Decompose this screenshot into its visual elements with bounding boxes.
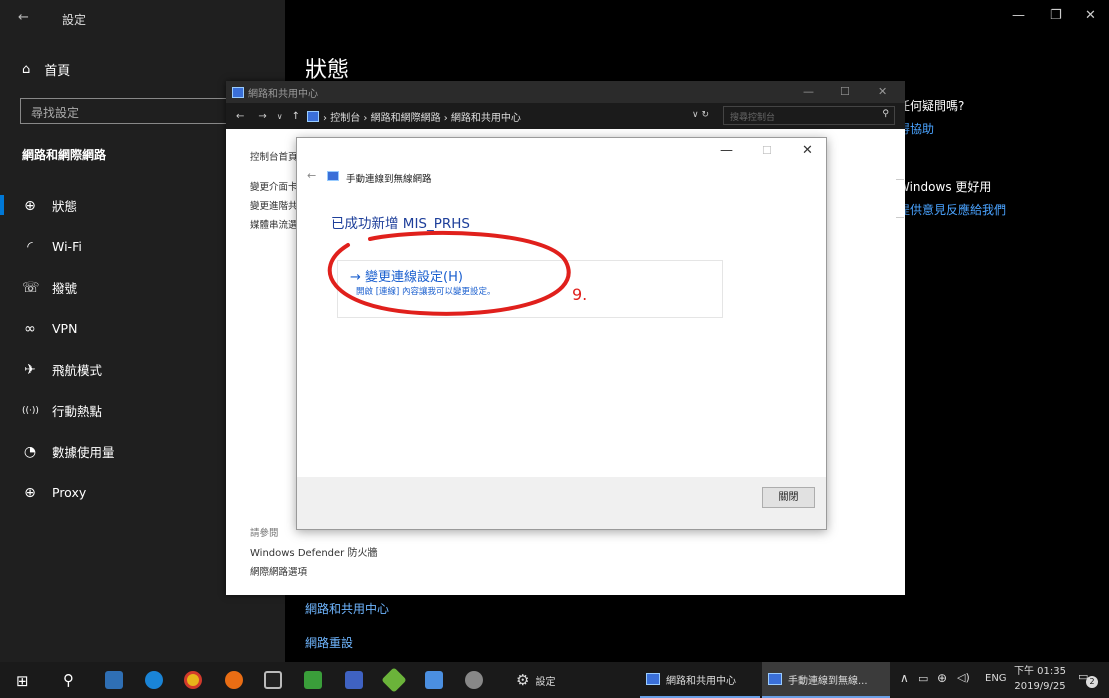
taskbar-network-center[interactable]: 網路和共用中心 (640, 662, 760, 698)
wireless-icon (768, 673, 782, 685)
taskbar-task1-label: 網路和共用中心 (666, 675, 736, 687)
network-app-icon[interactable] (304, 671, 322, 689)
gear-icon: ⚙ (516, 671, 530, 689)
desktop: ← 設定 ⌂ 首頁 尋找設定 ⚲ 網路和網際網路 ⊕狀態 ◜Wi-Fi ☏撥號 … (0, 0, 1109, 698)
annotation-overlay (327, 230, 571, 316)
search-icon[interactable]: ⚲ (63, 671, 74, 689)
edge-icon[interactable] (145, 671, 163, 689)
taskbar-task2-label: 手動連線到無線... (788, 675, 868, 687)
clock-date: 2019/9/25 (1014, 681, 1066, 692)
clock[interactable]: 下午 01:35 2019/9/25 (1014, 664, 1066, 694)
tray-chevron-icon[interactable]: ∧ (900, 671, 909, 685)
wrench-icon[interactable] (465, 671, 483, 689)
monitor-icon[interactable] (425, 671, 443, 689)
start-icon[interactable]: ⊞ (16, 672, 29, 690)
tool-icon[interactable] (381, 667, 407, 693)
task-view-icon[interactable] (105, 671, 123, 689)
taskbar-wifi-dialog[interactable]: 手動連線到無線... (762, 662, 890, 698)
firefox-icon[interactable] (225, 671, 243, 689)
clock-time: 下午 01:35 (1014, 666, 1066, 677)
notification-badge: 2 (1086, 676, 1098, 688)
annotation-circle (327, 230, 571, 316)
chrome-icon[interactable] (184, 671, 202, 689)
language-indicator[interactable]: ENG (985, 673, 1007, 684)
terminal-icon[interactable] (264, 671, 282, 689)
notification-center[interactable]: ▭ 2 (1078, 670, 1098, 688)
floppy-icon[interactable] (345, 671, 363, 689)
taskbar-settings-label: 設定 (535, 676, 556, 688)
taskbar-settings[interactable]: ⚙ 設定 (510, 662, 561, 698)
volume-icon[interactable]: ◁) (957, 671, 970, 684)
taskbar: ⊞ ⚲ ⚙ 設定 網路和共用中心 手動連線到無線... ∧ ▭ ⊕ ◁) ENG … (0, 662, 1109, 698)
battery-icon[interactable]: ▭ (918, 672, 928, 685)
network-tray-icon[interactable]: ⊕ (937, 671, 947, 685)
network-center-icon (646, 673, 660, 685)
